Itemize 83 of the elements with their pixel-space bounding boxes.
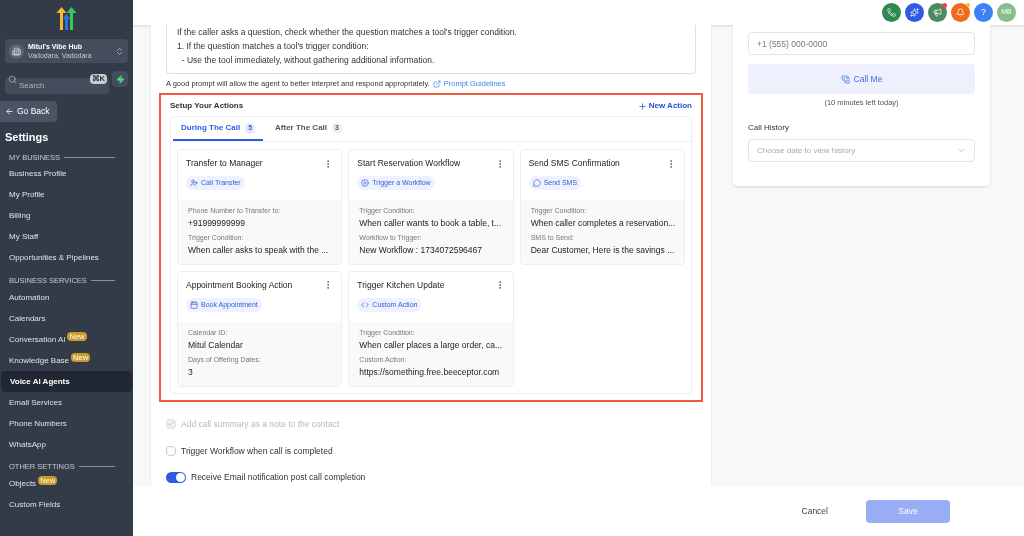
field-value: Mitul Calendar	[188, 338, 244, 352]
sidebar-item-label: Billing	[9, 210, 31, 223]
sidebar-item-label: WhatsApp	[9, 438, 46, 451]
field-value: When caller places a large order, ca...	[359, 338, 503, 352]
prompt-textarea[interactable]	[166, 25, 696, 74]
sidebar-item-label: Business Profile	[9, 168, 67, 181]
sidebar-item-label: Email Services	[9, 396, 62, 409]
settings-title: Settings	[4, 130, 50, 145]
field-value: When caller completes a reservation...	[530, 217, 674, 230]
prompt-line: - Use the tool immediately, without gathering additional information.	[180, 54, 436, 67]
lightning-icon	[115, 74, 125, 84]
sidebar-item[interactable]: Phone Numbers	[0, 413, 133, 434]
sidebar-item-label: Conversation AI	[9, 333, 66, 346]
bell-icon	[956, 8, 965, 17]
call-history-label: Call History	[748, 122, 790, 135]
phone-icon	[887, 8, 896, 17]
sidebar-item[interactable]: Opportunities & Pipelines	[0, 247, 133, 269]
sidebar-item[interactable]: Business Profile	[0, 163, 133, 185]
toggle-switch[interactable]	[166, 472, 186, 484]
sidebar-item-label: Phone Numbers	[9, 417, 67, 430]
history-placeholder: Choose date to view history	[757, 144, 856, 157]
call-me-button[interactable]: Call Me	[748, 64, 975, 94]
plus-icon	[637, 101, 647, 111]
field-value: New Workflow : 1734072596467	[359, 244, 484, 257]
sidebar-item-label: Knowledge Base	[9, 354, 70, 367]
action-title: Appointment Booking Action	[186, 279, 293, 292]
prompt-line: If the caller asks a question, check whether the question matches a tool's trigger condition.	[177, 26, 518, 39]
sidebar-item[interactable]: Automation	[0, 287, 133, 308]
action-title: Send SMS Confirmation	[528, 157, 620, 170]
checkbox[interactable]	[166, 445, 176, 456]
field-value: +91999999999	[188, 217, 246, 230]
sidebar-item-label: Opportunities & Pipelines	[9, 252, 99, 265]
sidebar-item-label: Calendars	[9, 312, 46, 325]
sidebar-item[interactable]: WhatsApp	[0, 434, 133, 455]
arrow-left-icon	[5, 107, 14, 116]
sidebar-item[interactable]: Custom Fields	[0, 494, 133, 516]
option-label: Add call summary as a note to the contact	[181, 417, 340, 431]
sidebar-item-label: Automation	[9, 291, 50, 304]
phone-call-icon	[840, 74, 850, 84]
field-value: https://something.free.beeceptor.com	[359, 365, 501, 379]
chevrons-icon	[115, 46, 124, 56]
sidebar-item-label: My Profile	[9, 189, 45, 202]
sidebar-item-label: Voice AI Agents	[10, 375, 70, 388]
lightning-button[interactable]	[112, 71, 128, 87]
building-icon	[9, 43, 24, 59]
notification-button[interactable]	[951, 3, 970, 22]
sidebar-item[interactable]: My Staff	[0, 226, 133, 248]
actions-title: Setup Your Actions	[170, 100, 244, 113]
prompt-line: 1. If the question matches a tool's trigger condition:	[177, 40, 370, 53]
go-back-button[interactable]: Go Back	[0, 101, 57, 122]
external-link-icon	[432, 79, 441, 88]
search-icon	[8, 74, 17, 84]
sparkle-icon	[910, 8, 919, 17]
phone-input[interactable]: +1 (555) 000-0000	[748, 32, 975, 55]
help-button[interactable]: ?	[974, 3, 993, 22]
sparkle-button[interactable]	[905, 3, 924, 22]
calendar-icon	[190, 300, 198, 309]
field-value: Dear Customer, Here is the savings ...	[530, 244, 674, 257]
sidebar-item[interactable]: Calendars	[0, 308, 133, 329]
option-label: Trigger Workflow when call is completed	[181, 444, 333, 458]
sidebar-item[interactable]: Billing	[0, 205, 133, 227]
action-title: Start Reservation Workflow	[357, 157, 461, 170]
sidebar-item[interactable]: Email Services	[0, 392, 133, 413]
action-title: Transfer to Manager	[186, 157, 263, 170]
sidebar-item[interactable]: My Profile	[0, 184, 133, 206]
code-icon	[361, 300, 370, 309]
field-value: When caller wants to book a table, t...	[359, 217, 503, 230]
sidebar-item-label: Objects	[9, 477, 37, 490]
cancel-button[interactable]: Cancel	[793, 504, 836, 518]
field-value: 3	[188, 365, 194, 379]
sidebar-item-label: My Staff	[9, 231, 39, 244]
play-circle-icon	[361, 179, 370, 187]
megaphone-button[interactable]	[928, 3, 947, 22]
phone-button[interactable]	[882, 3, 901, 22]
user-plus-icon	[190, 179, 198, 187]
chat-bubble-icon	[532, 179, 541, 187]
action-title: Trigger Kitchen Update	[357, 279, 445, 292]
new-action-button[interactable]: New Action	[637, 100, 692, 113]
field-value: When caller asks to speak with the ...	[188, 244, 330, 257]
sidebar-item-label: Custom Fields	[9, 498, 61, 511]
option-label: Receive Email notification post call completion	[191, 471, 366, 484]
sidebar-item[interactable]: Voice AI Agents	[1, 371, 132, 392]
megaphone-icon	[933, 8, 942, 17]
